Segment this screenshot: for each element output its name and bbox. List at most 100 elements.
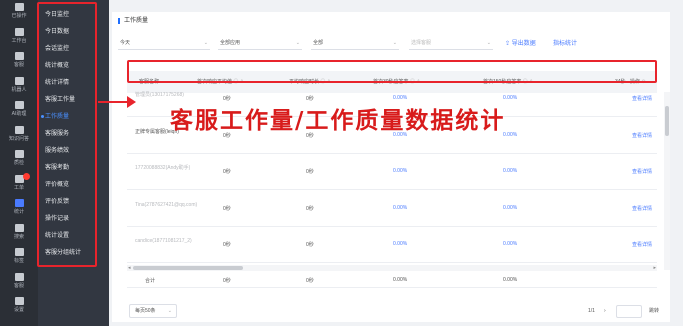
nav-icon <box>14 297 24 305</box>
rail-item[interactable]: 机器人 <box>0 76 38 93</box>
rail-item[interactable]: 质检 <box>0 150 38 166</box>
annotation-arrow-head <box>127 96 136 108</box>
total-p2: 0.00% <box>503 277 518 283</box>
content-panel: 工作质量 今天 ⌄ 全部应用 ⌄ 全部 ⌄ 选择客服 ⌄ ⇪ 导出数据 指标统计 <box>112 12 670 322</box>
rail-item[interactable]: 标签 <box>0 248 38 264</box>
rate-30s-cell: 0.00% <box>393 241 408 247</box>
export-data-link[interactable]: ⇪ 导出数据 <box>505 39 536 49</box>
nav-icon <box>14 199 24 207</box>
nav-icon <box>14 76 24 85</box>
annotation-title: 客服工作量/工作质量数据统计 <box>170 107 506 134</box>
page-size-select[interactable]: 每页50条 ⌄ <box>129 304 177 318</box>
rail-item-label: 设置 <box>13 307 24 313</box>
notification-badge <box>23 172 30 180</box>
vertical-scrollbar[interactable] <box>664 92 670 270</box>
page-title: 工作质量 <box>118 18 148 24</box>
export-data-label: 导出数据 <box>511 41 536 47</box>
rate-150s-cell: 0.00% <box>503 204 518 211</box>
jump-label[interactable]: 跳转 <box>649 305 659 317</box>
rail-item[interactable]: 设置 <box>0 297 38 313</box>
rail-item[interactable]: 已操作 <box>0 3 38 19</box>
total-label: 合计 <box>145 278 156 284</box>
app-select-value: 全部应用 <box>220 40 241 46</box>
view-details-link[interactable]: 查看详情 <box>632 95 652 102</box>
submenu-highlight-box <box>37 2 97 267</box>
chevron-down-icon: ⌄ <box>295 40 300 46</box>
chevron-down-icon: ⌄ <box>203 40 208 46</box>
rail-item[interactable]: AI助理 <box>0 101 38 117</box>
avg-response-cell: 0秒 <box>306 205 314 212</box>
total-c1: 0秒 <box>223 278 231 284</box>
table-header-highlight-box <box>127 60 657 83</box>
nav-icon <box>14 248 24 256</box>
upload-icon: ⇪ <box>505 41 511 47</box>
agent-name-cell: candice(18771081217_2) <box>135 238 192 244</box>
group-select[interactable]: 全部 ⌄ <box>311 38 399 50</box>
rail-item-label: 客服 <box>13 62 24 68</box>
agent-name-cell: 管理员(13017175268) <box>135 92 184 98</box>
metric-stats-link[interactable]: 指标统计 <box>553 39 577 49</box>
avg-response-cell: 0秒 <box>306 169 314 175</box>
rail-item[interactable]: 工单 <box>0 172 38 191</box>
scroll-right-icon[interactable]: ▸ <box>653 265 656 271</box>
rate-150s-cell: 0.00% <box>503 241 518 247</box>
rail-item-label: 搜索 <box>13 233 24 240</box>
table-row: Tina(2787627421@qq.com) 0秒 0秒 0.00% 0.00% 查看详… <box>127 191 657 227</box>
total-c2: 0秒 <box>306 278 314 284</box>
date-select-value: 今天 <box>120 40 131 46</box>
chevron-down-icon: ⌄ <box>392 40 397 46</box>
rate-30s-cell: 0.00% <box>393 168 408 174</box>
nav-icon <box>14 272 24 281</box>
rail-item[interactable]: 知识问答 <box>0 125 38 142</box>
next-page-button[interactable]: › <box>604 305 606 317</box>
date-select[interactable]: 今天 ⌄ <box>118 38 210 50</box>
horizontal-scroll-thumb[interactable] <box>133 266 243 270</box>
nav-icon <box>14 101 24 109</box>
agent-name-cell: 17720088832(Andy助手) <box>135 165 191 171</box>
total-row: 合计 0秒 0秒 0.00% 0.00% <box>127 272 657 288</box>
rail-item-label: 已操作 <box>11 13 27 19</box>
nav-icon <box>14 223 24 232</box>
annotation-arrow <box>98 101 130 103</box>
rail-item[interactable]: 搜索 <box>0 223 38 240</box>
rate-30s-cell: 0.00% <box>393 204 408 211</box>
app-select[interactable]: 全部应用 ⌄ <box>218 38 302 50</box>
agent-name-cell: Tina(2787627421@qq.com) <box>135 201 198 208</box>
view-details-link[interactable]: 查看详情 <box>632 168 652 175</box>
group-select-value: 全部 <box>313 40 324 46</box>
chevron-down-icon: ⌄ <box>167 308 172 314</box>
scroll-left-icon[interactable]: ◂ <box>128 265 131 271</box>
page-size-value: 每页50条 <box>135 308 156 314</box>
rail-item-label: 标签 <box>13 258 24 264</box>
view-details-link[interactable]: 查看详情 <box>632 241 652 248</box>
rate-150s-cell: 0.00% <box>503 168 518 174</box>
left-icon-rail: 已操作 工作台 客服 机器人 AI助理 知识问答 质检 工单 统计 搜索 标签 客服 设置 <box>0 0 38 326</box>
rail-item[interactable]: 客服 <box>0 52 38 68</box>
first-response-cell: 0秒 <box>223 169 231 175</box>
table-row: candice(18771081217_2) 0秒 0秒 0.00% 0.00% 查看详情 <box>127 227 657 263</box>
nav-icon <box>14 125 24 134</box>
rail-item-label: 客服 <box>13 282 24 289</box>
nav-icon <box>14 52 24 60</box>
vertical-scroll-thumb[interactable] <box>665 106 669 136</box>
view-details-link[interactable]: 查看详情 <box>632 132 652 139</box>
horizontal-scrollbar[interactable]: ◂ ▸ <box>127 265 657 271</box>
rail-item-label: 统计 <box>13 209 24 215</box>
rail-item-label: 工单 <box>13 184 24 191</box>
first-response-cell: 0秒 <box>223 205 231 212</box>
table-row: 17720088832(Andy助手) 0秒 0秒 0.00% 0.00% 查看详情 <box>127 154 657 190</box>
view-details-link[interactable]: 查看详情 <box>632 205 652 212</box>
total-p1: 0.00% <box>393 277 408 283</box>
rail-item-label: 工作台 <box>11 37 27 44</box>
jump-page-input[interactable] <box>616 305 642 318</box>
first-response-cell: 0秒 <box>223 242 231 248</box>
rail-item[interactable]: 工作台 <box>0 27 38 44</box>
agent-select[interactable]: 选择客服 ⌄ <box>409 38 493 50</box>
app-root: 已操作 工作台 客服 机器人 AI助理 知识问答 质检 工单 统计 搜索 标签 客服 设置 今日监控 今日… <box>0 0 683 326</box>
rail-item[interactable]: 统计 <box>0 199 38 215</box>
main-area: 工作质量 今天 ⌄ 全部应用 ⌄ 全部 ⌄ 选择客服 ⌄ ⇪ 导出数据 指标统计 <box>109 0 683 326</box>
rail-item-label: 机器人 <box>11 86 27 93</box>
chevron-down-icon: ⌄ <box>486 40 491 46</box>
rail-item[interactable]: 客服 <box>0 272 38 289</box>
rail-item-label: AI助理 <box>11 111 27 117</box>
